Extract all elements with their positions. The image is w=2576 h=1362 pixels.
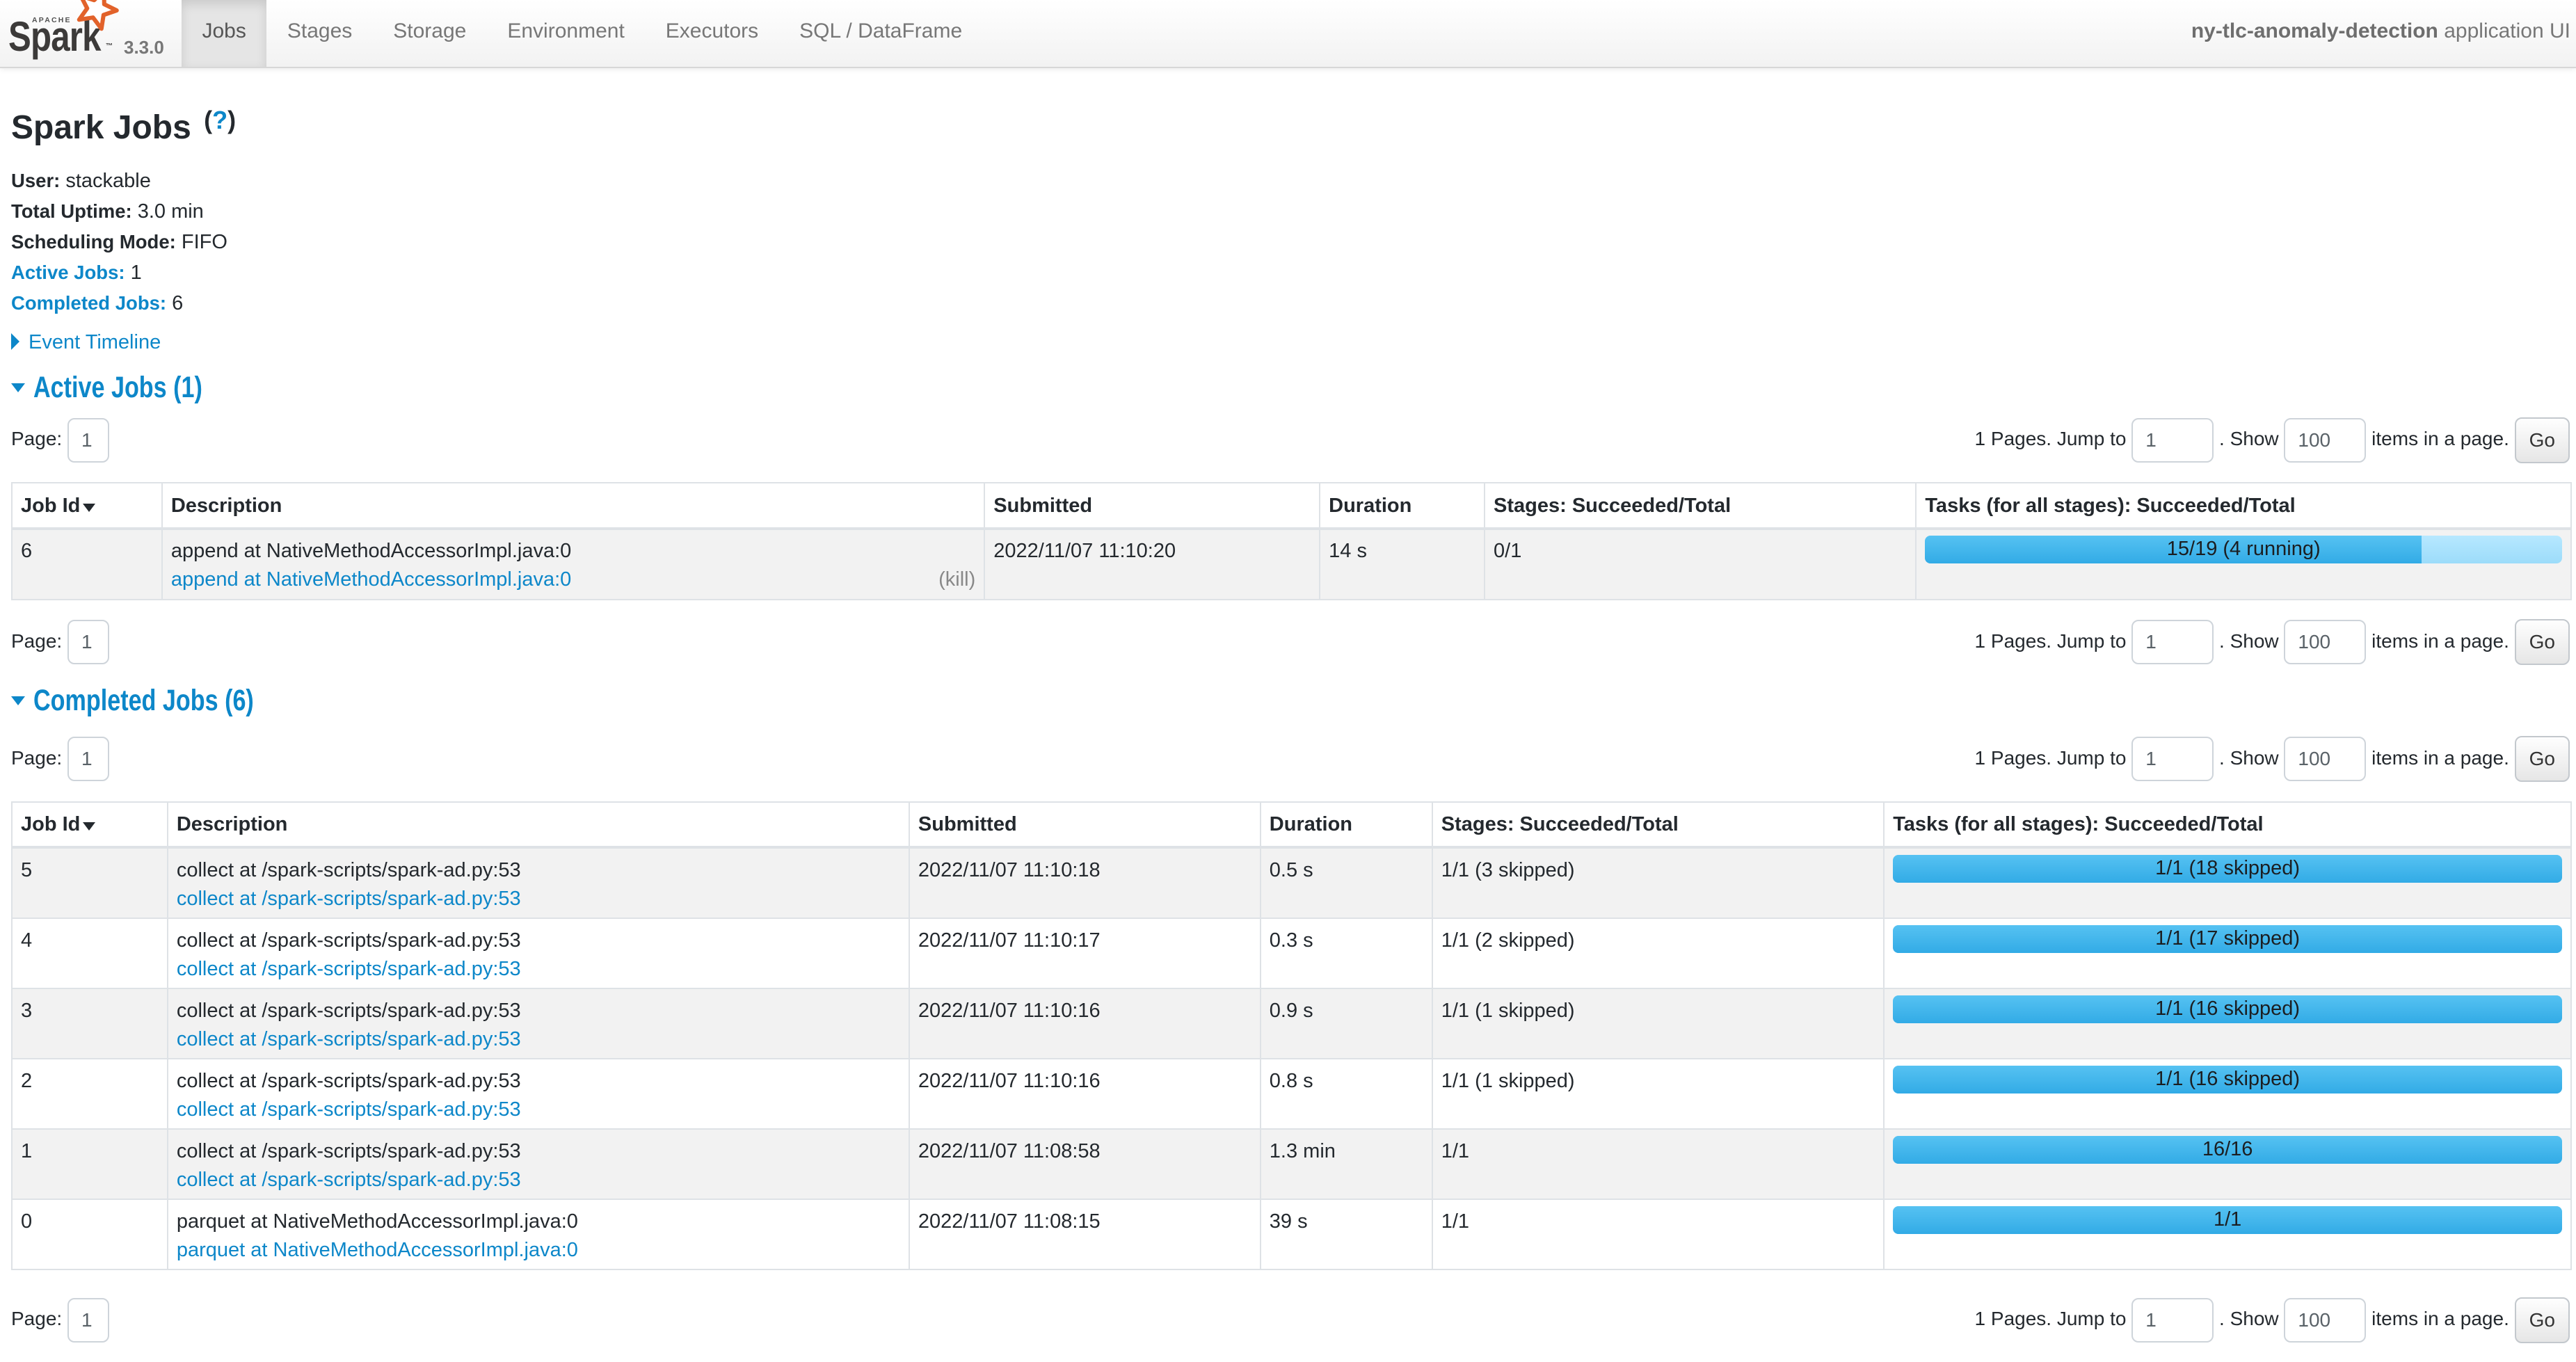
svg-text:™: ™: [106, 42, 113, 50]
